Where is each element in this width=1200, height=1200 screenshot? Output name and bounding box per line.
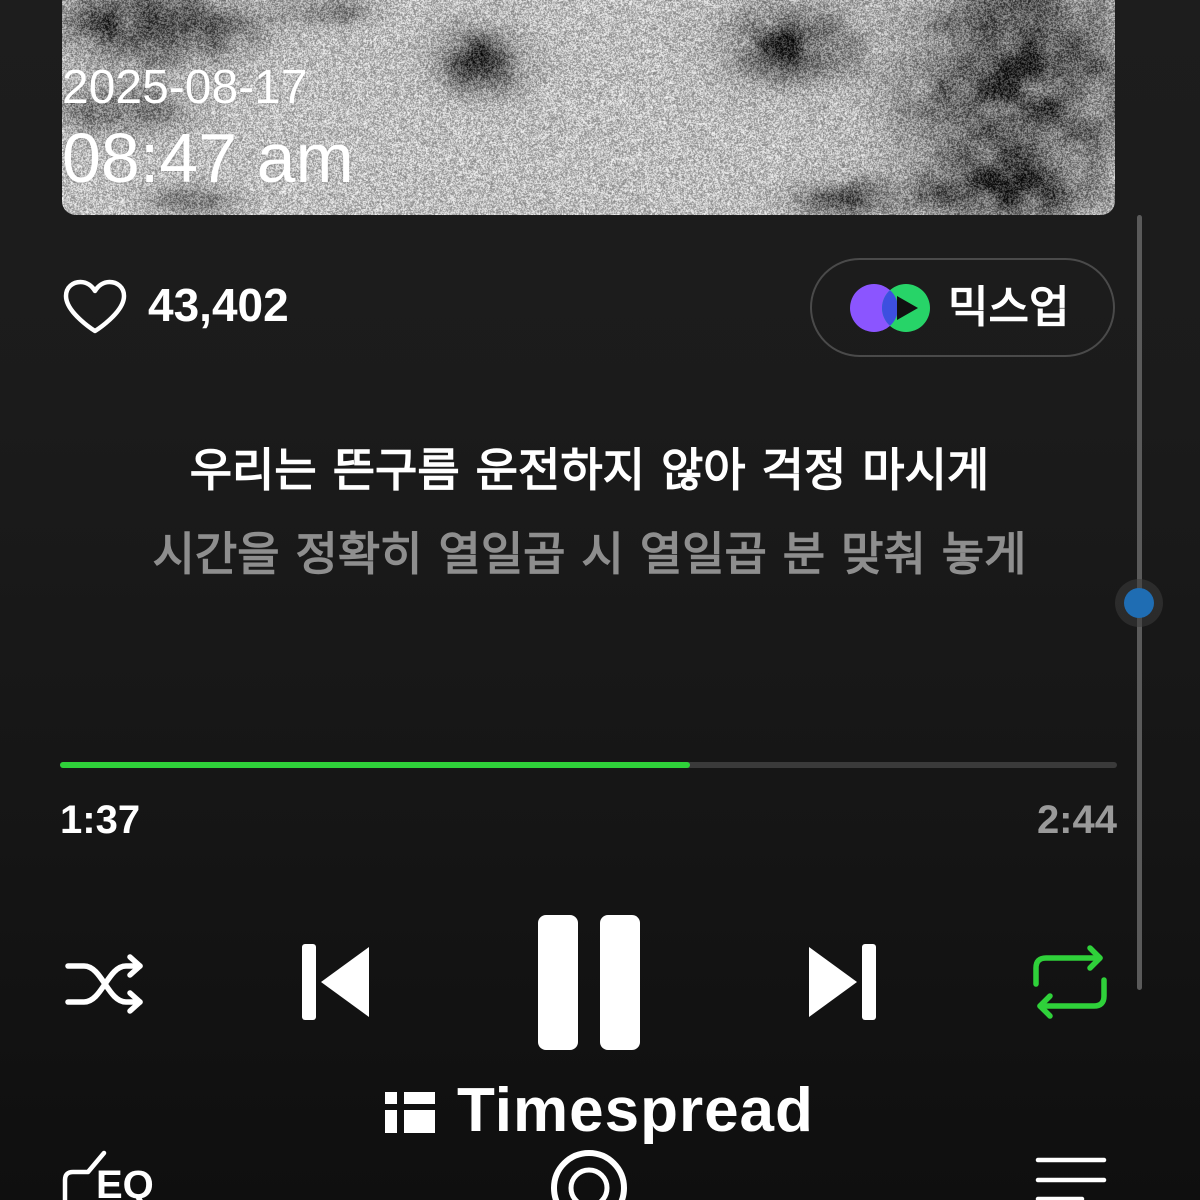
album-time-stamp: 08:47 am [62,119,354,197]
progress-slider[interactable] [60,762,1117,768]
playlist-icon[interactable] [1032,1150,1108,1200]
page-scrollbar[interactable] [1124,215,1154,990]
skip-next-icon[interactable] [806,942,878,1022]
player-screen: 2025-08-17 08:47 am 43,402 믹스업 우리는 뜬구름 운… [0,0,1200,1200]
eq-label[interactable]: EQ [96,1165,154,1200]
timespread-logo-icon [385,1092,435,1133]
mixup-label: 믹스업 [948,281,1070,333]
total-time: 2:44 [1036,798,1117,842]
progress-fill [60,762,690,768]
lyric-current-line: 우리는 뜬구름 운전하지 않아 걱정 마시게 [189,443,990,497]
repeat-icon[interactable] [1028,944,1112,1020]
album-date-stamp: 2025-08-17 [62,61,308,114]
watermark-text: Timespread [457,1076,814,1145]
scroll-thumb[interactable] [1124,587,1154,618]
lyric-next-line: 시간을 정확히 열일곱 시 열일곱 분 맞춰 놓게 [152,527,1027,581]
mixup-button[interactable]: 믹스업 [810,258,1115,357]
pause-button[interactable] [530,910,648,1056]
skip-previous-icon[interactable] [300,942,372,1022]
heart-outline-icon[interactable] [62,278,128,336]
mixup-icon [850,283,930,332]
pause-icon-bar-right [600,915,640,1050]
pause-icon-bar-left [538,915,578,1050]
shuffle-icon[interactable] [64,954,146,1014]
like-count: 43,402 [148,279,289,331]
lyrics-panel[interactable]: 우리는 뜬구름 운전하지 않아 걱정 마시게 시간을 정확히 열일곱 시 열일곱… [62,438,1117,586]
elapsed-time: 1:37 [60,798,141,842]
lens-icon[interactable] [548,1148,630,1200]
